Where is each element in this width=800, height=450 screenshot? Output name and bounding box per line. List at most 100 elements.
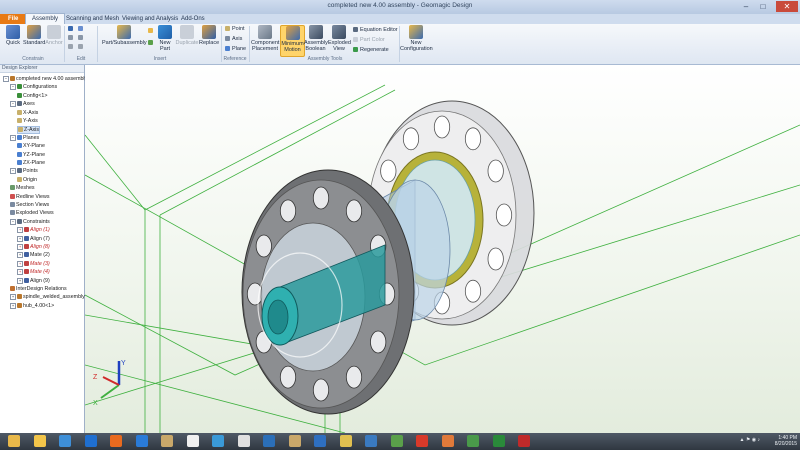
part-subassembly-button[interactable]: Part/Subassembly bbox=[102, 25, 147, 46]
taskbar-app-icon[interactable] bbox=[84, 435, 97, 447]
tree-item[interactable]: Origin bbox=[17, 176, 37, 183]
reference-point-button[interactable]: Point bbox=[225, 26, 245, 32]
taskbar-app-icon[interactable] bbox=[186, 435, 199, 447]
reference-plane-button[interactable]: Plane bbox=[225, 46, 246, 52]
expand-icon[interactable]: + bbox=[10, 294, 16, 301]
tree-item[interactable]: Redline Views bbox=[10, 193, 49, 200]
taskbar-app-icon[interactable] bbox=[314, 435, 326, 447]
anchor-button[interactable]: Anchor bbox=[45, 25, 63, 46]
taskbar-app-icon[interactable] bbox=[492, 435, 505, 447]
taskbar-app-icon[interactable] bbox=[339, 435, 352, 447]
expand-icon[interactable]: + bbox=[10, 302, 16, 309]
expand-icon[interactable]: + bbox=[17, 227, 23, 234]
regenerate-button[interactable]: Regenerate bbox=[353, 47, 389, 53]
taskbar-app-icon[interactable] bbox=[110, 435, 122, 447]
tree-item[interactable]: + Mate (3) bbox=[17, 260, 50, 267]
new-part-button[interactable]: New Part bbox=[157, 25, 173, 52]
taskbar-app-icon[interactable] bbox=[263, 435, 275, 447]
collapse-icon[interactable]: − bbox=[10, 101, 16, 108]
tab-file[interactable]: File bbox=[0, 14, 27, 24]
expand-icon[interactable]: + bbox=[17, 269, 23, 276]
tree-item[interactable]: Section Views bbox=[10, 202, 49, 208]
tree-item[interactable]: − Planes bbox=[10, 134, 39, 141]
collapse-icon[interactable]: − bbox=[3, 76, 9, 82]
part-color-button[interactable]: Part Color bbox=[353, 37, 385, 43]
tree-item[interactable]: + Mate (4) bbox=[17, 269, 50, 276]
tree-item[interactable]: − Points bbox=[10, 168, 38, 175]
start-button[interactable] bbox=[8, 435, 20, 447]
exploded-view-button[interactable]: Exploded View bbox=[328, 25, 351, 52]
system-tray[interactable]: ▲ ⚑ ◉ ♪ bbox=[740, 437, 760, 443]
edit-tool-6[interactable] bbox=[78, 44, 85, 50]
taskbar-app-icon[interactable] bbox=[390, 435, 403, 447]
tree-item[interactable]: ZX-Plane bbox=[17, 160, 45, 166]
collapse-icon[interactable]: − bbox=[10, 84, 16, 91]
taskbar-app-icon[interactable] bbox=[59, 435, 71, 447]
taskbar-app-icon[interactable] bbox=[33, 435, 46, 447]
minimize-button[interactable]: – bbox=[738, 1, 754, 12]
taskbar-app-icon[interactable] bbox=[161, 435, 173, 447]
tab-scanning-and-mesh[interactable]: Scanning and Mesh bbox=[66, 14, 119, 24]
tree-item[interactable]: − completed new 4.00 assembly bbox=[3, 76, 87, 82]
tree-item[interactable]: Meshes bbox=[10, 185, 35, 191]
edit-tool-3[interactable] bbox=[68, 35, 75, 41]
standard-constrain-button[interactable]: Standard bbox=[23, 25, 45, 46]
tab-viewing-and-analysis[interactable]: Viewing and Analysis bbox=[122, 14, 178, 24]
assembly-boolean-button[interactable]: Assembly Boolean bbox=[304, 25, 328, 52]
insert-small-2[interactable] bbox=[148, 40, 155, 46]
tree-item[interactable]: − Configurations bbox=[10, 84, 57, 91]
tree-item[interactable]: + Mate (2) bbox=[17, 252, 50, 259]
duplicate-button[interactable]: Duplicate bbox=[175, 25, 199, 46]
tree-item[interactable]: Z-Axis bbox=[17, 126, 41, 135]
taskbar-app-icon[interactable] bbox=[365, 435, 377, 447]
minimum-motion-button[interactable]: Minimum Motion bbox=[280, 25, 305, 57]
tree-item[interactable]: X-Axis bbox=[17, 109, 38, 116]
taskbar-app-icon[interactable] bbox=[135, 435, 148, 447]
expand-icon[interactable]: + bbox=[17, 277, 23, 284]
collapse-icon[interactable]: − bbox=[10, 218, 16, 225]
tree-item[interactable]: + Align (7) bbox=[17, 235, 50, 242]
taskbar-clock[interactable]: 1:40 PM 8/20/2015 bbox=[775, 435, 797, 447]
taskbar-app-icon[interactable] bbox=[518, 435, 530, 447]
tree-item[interactable]: Y-Axis bbox=[17, 118, 38, 124]
tab-add-ons[interactable]: Add-Ons bbox=[181, 14, 205, 24]
edit-tool-1[interactable] bbox=[68, 26, 75, 32]
tree-item[interactable]: YZ-Plane bbox=[17, 151, 45, 158]
collapse-icon[interactable]: − bbox=[10, 134, 16, 141]
tree-item[interactable]: InterDesign Relations bbox=[10, 286, 67, 292]
close-button[interactable]: ✕ bbox=[776, 1, 798, 12]
maximize-button[interactable]: □ bbox=[755, 1, 771, 12]
reference-axis-button[interactable]: Axis bbox=[225, 36, 242, 42]
taskbar-app-icon[interactable] bbox=[237, 435, 250, 447]
tree-item[interactable]: − Axes bbox=[10, 101, 35, 108]
edit-tool-2[interactable] bbox=[78, 26, 85, 32]
tree-item[interactable]: + spindle_welded_assembly bbox=[10, 294, 85, 301]
equation-editor-button[interactable]: Equation Editor bbox=[353, 27, 398, 33]
tree-item[interactable]: + hub_4.00<1> bbox=[10, 302, 54, 309]
taskbar-app-icon[interactable] bbox=[467, 435, 479, 447]
tree-item[interactable]: + Align (1) bbox=[17, 227, 50, 234]
3d-viewport[interactable]: Y X Z bbox=[85, 65, 800, 433]
model-canvas[interactable]: Y X Z bbox=[85, 65, 800, 433]
quick-constrain-button[interactable]: Quick bbox=[4, 25, 22, 46]
taskbar-app-icon[interactable] bbox=[416, 435, 428, 447]
insert-small-1[interactable] bbox=[148, 28, 155, 34]
tree-item[interactable]: Config<1> bbox=[17, 92, 47, 99]
new-configuration-button[interactable]: New Configuration bbox=[400, 25, 433, 52]
expand-icon[interactable]: + bbox=[17, 252, 23, 259]
expand-icon[interactable]: + bbox=[17, 260, 23, 267]
tree-item[interactable]: Exploded Views bbox=[10, 210, 54, 216]
edit-tool-5[interactable] bbox=[68, 44, 75, 50]
component-placement-button[interactable]: Component Placement bbox=[251, 25, 279, 52]
expand-icon[interactable]: + bbox=[17, 244, 23, 250]
taskbar-app-icon[interactable] bbox=[212, 435, 224, 447]
collapse-icon[interactable]: − bbox=[10, 168, 16, 175]
tree-item[interactable]: XY-Plane bbox=[17, 143, 45, 149]
edit-tool-4[interactable] bbox=[78, 35, 85, 41]
expand-icon[interactable]: + bbox=[17, 235, 23, 242]
tree-item[interactable]: + Align (8) bbox=[17, 244, 50, 250]
taskbar-app-icon[interactable] bbox=[441, 435, 454, 447]
replace-button[interactable]: Replace bbox=[199, 25, 219, 46]
tree-item[interactable]: + Align (9) bbox=[17, 277, 50, 284]
tree-item[interactable]: − Constraints bbox=[10, 218, 50, 225]
